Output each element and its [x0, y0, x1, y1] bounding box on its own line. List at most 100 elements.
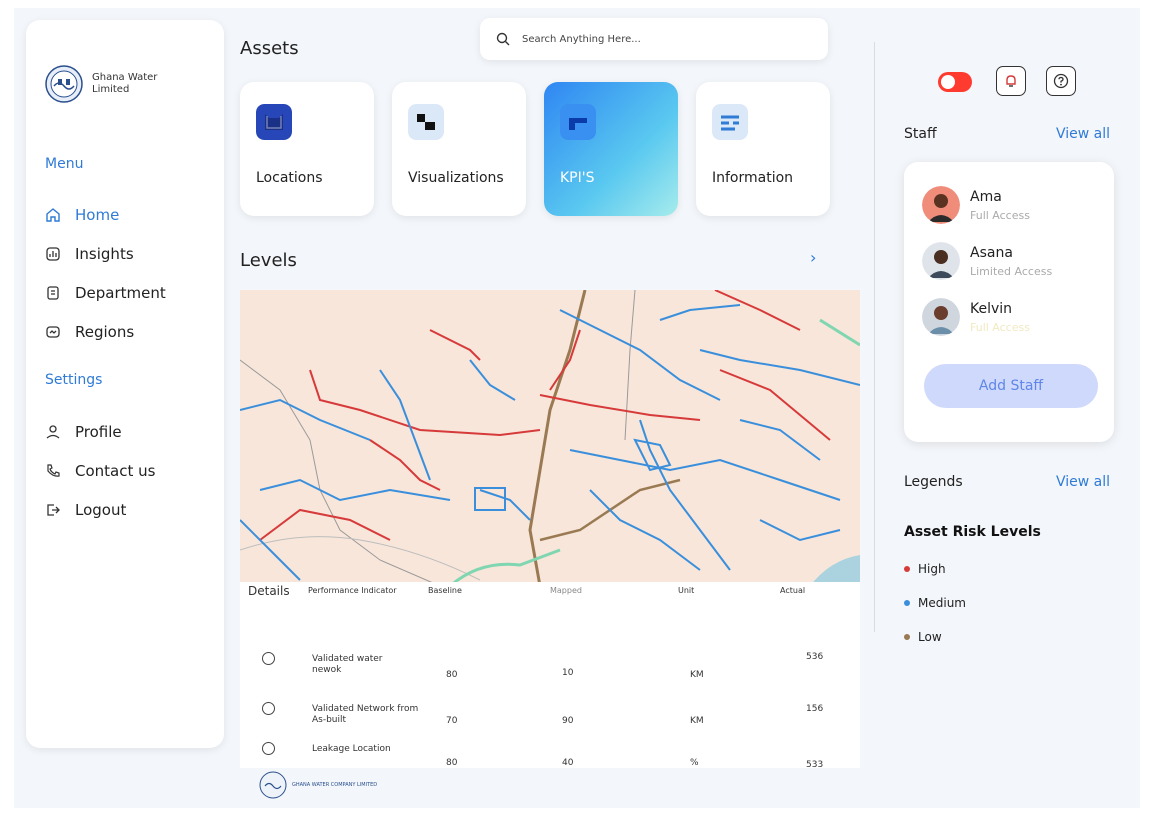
asset-card-locations[interactable]: Locations	[240, 82, 374, 216]
sidebar-item-department[interactable]: Department	[45, 284, 166, 302]
theme-toggle[interactable]	[938, 72, 972, 92]
row-radio[interactable]	[262, 652, 275, 665]
unit-cell: %	[690, 758, 699, 768]
column-header[interactable]: Unit	[678, 586, 694, 595]
sidebar-item-logout[interactable]: Logout	[45, 501, 126, 519]
user-icon	[46, 425, 60, 439]
avatar	[922, 186, 960, 224]
details-table: Details Performance Indicator Baseline M…	[240, 582, 860, 770]
unit-cell: KM	[690, 716, 704, 726]
chevron-right-icon[interactable]: ›	[810, 248, 816, 267]
indicator-cell: Validated Network from As-built	[312, 704, 419, 725]
sidebar-item-regions[interactable]: Regions	[45, 323, 134, 341]
visualization-icon	[408, 104, 444, 140]
avatar	[922, 298, 960, 336]
asset-risk-levels-heading: Asset Risk Levels	[904, 524, 1041, 540]
search-input[interactable]	[522, 33, 782, 45]
asset-card-kpis[interactable]: KPI'S	[544, 82, 678, 216]
levels-title: Levels	[240, 250, 297, 271]
settings-label: Settings	[45, 372, 103, 388]
column-header[interactable]: Performance Indicator	[308, 586, 397, 595]
asset-card-visualizations[interactable]: Visualizations	[392, 82, 526, 216]
card-label: Visualizations	[408, 170, 504, 186]
kpi-icon	[560, 104, 596, 140]
panel-divider	[874, 42, 875, 632]
menu-label: Menu	[45, 156, 84, 172]
column-header[interactable]: Actual	[780, 586, 805, 595]
details-label: Details	[248, 584, 290, 598]
legends-view-all-link[interactable]: View all	[1056, 474, 1110, 490]
legend-item-high: High	[904, 562, 946, 576]
column-header[interactable]: Baseline	[428, 586, 462, 595]
table-row: Validated water newok 80 10 KM 536	[240, 644, 860, 684]
sidebar-item-home[interactable]: Home	[45, 206, 119, 224]
legend-dot	[904, 634, 910, 640]
legends-title: Legends	[904, 474, 963, 490]
sidebar-item-contact[interactable]: Contact us	[45, 462, 155, 480]
add-staff-button[interactable]: Add Staff	[924, 364, 1098, 408]
sidebar-item-label: Home	[75, 206, 120, 224]
card-label: Information	[712, 170, 794, 186]
legend-label: Low	[918, 630, 942, 644]
card-label: KPI'S	[560, 170, 595, 186]
row-radio[interactable]	[262, 702, 275, 715]
company-seal	[259, 771, 287, 799]
staff-view-all-link[interactable]: View all	[1056, 126, 1110, 142]
staff-title: Staff	[904, 126, 937, 142]
baseline-cell: 80	[446, 670, 458, 680]
staff-role: Limited Access	[970, 264, 1053, 278]
sidebar-item-label: Logout	[75, 501, 127, 519]
staff-role: Full Access	[970, 208, 1030, 222]
table-header: Details Performance Indicator Baseline M…	[240, 582, 860, 602]
staff-item[interactable]: Kelvin Full Access	[922, 298, 1030, 336]
sidebar-item-label: Contact us	[75, 462, 156, 480]
mapped-cell: 10	[562, 668, 574, 678]
unit-cell: KM	[690, 670, 704, 680]
staff-name: Kelvin	[970, 300, 1013, 317]
notification-button[interactable]	[996, 66, 1026, 96]
help-icon	[1053, 73, 1069, 89]
search-icon	[496, 32, 510, 46]
sidebar-item-label: Department	[75, 284, 166, 302]
sidebar: Ghana Water Limited Menu Home Insights D…	[26, 20, 224, 748]
legend-item-medium: Medium	[904, 596, 966, 610]
sidebar-item-label: Regions	[75, 323, 135, 341]
table-row: Validated Network from As-built 70 90 KM…	[240, 696, 860, 736]
staff-name: Ama	[970, 188, 1002, 205]
document-icon	[47, 286, 59, 300]
actual-cell: 156	[806, 704, 824, 714]
home-icon	[46, 208, 60, 222]
staff-card: Ama Full Access Asana Limited Access Kel…	[904, 162, 1114, 442]
brand-name: Ghana Water Limited	[92, 72, 158, 95]
actual-cell: 533	[806, 760, 824, 770]
chart-icon	[46, 247, 60, 261]
avatar	[922, 242, 960, 280]
footer-logo: GHANA WATER COMPANY LIMITED	[258, 770, 377, 800]
asset-card-information[interactable]: Information	[696, 82, 830, 216]
network-map[interactable]	[240, 290, 860, 586]
footer-company-name: GHANA WATER COMPANY LIMITED	[292, 782, 378, 788]
sidebar-item-insights[interactable]: Insights	[45, 245, 134, 263]
baseline-cell: 70	[446, 716, 458, 726]
help-button[interactable]	[1046, 66, 1076, 96]
staff-item[interactable]: Asana Limited Access	[922, 242, 1052, 280]
brand: Ghana Water Limited	[44, 64, 172, 104]
baseline-cell: 80	[446, 758, 458, 768]
mapped-cell: 90	[562, 716, 574, 726]
app-canvas: Ghana Water Limited Menu Home Insights D…	[14, 8, 1140, 808]
information-icon	[712, 104, 748, 140]
legend-label: Medium	[918, 596, 966, 610]
phone-icon	[47, 464, 60, 477]
legend-dot	[904, 600, 910, 606]
row-radio[interactable]	[262, 742, 275, 755]
column-header[interactable]: Mapped	[550, 586, 582, 595]
actual-cell: 536	[806, 652, 824, 662]
sidebar-item-profile[interactable]: Profile	[45, 423, 122, 441]
staff-item[interactable]: Ama Full Access	[922, 186, 1030, 224]
legend-label: High	[918, 562, 946, 576]
map-canvas	[240, 290, 860, 586]
sidebar-item-label: Insights	[75, 245, 134, 263]
indicator-cell: Leakage Location	[312, 744, 391, 754]
assets-title: Assets	[240, 38, 299, 59]
legend-item-low: Low	[904, 630, 942, 644]
